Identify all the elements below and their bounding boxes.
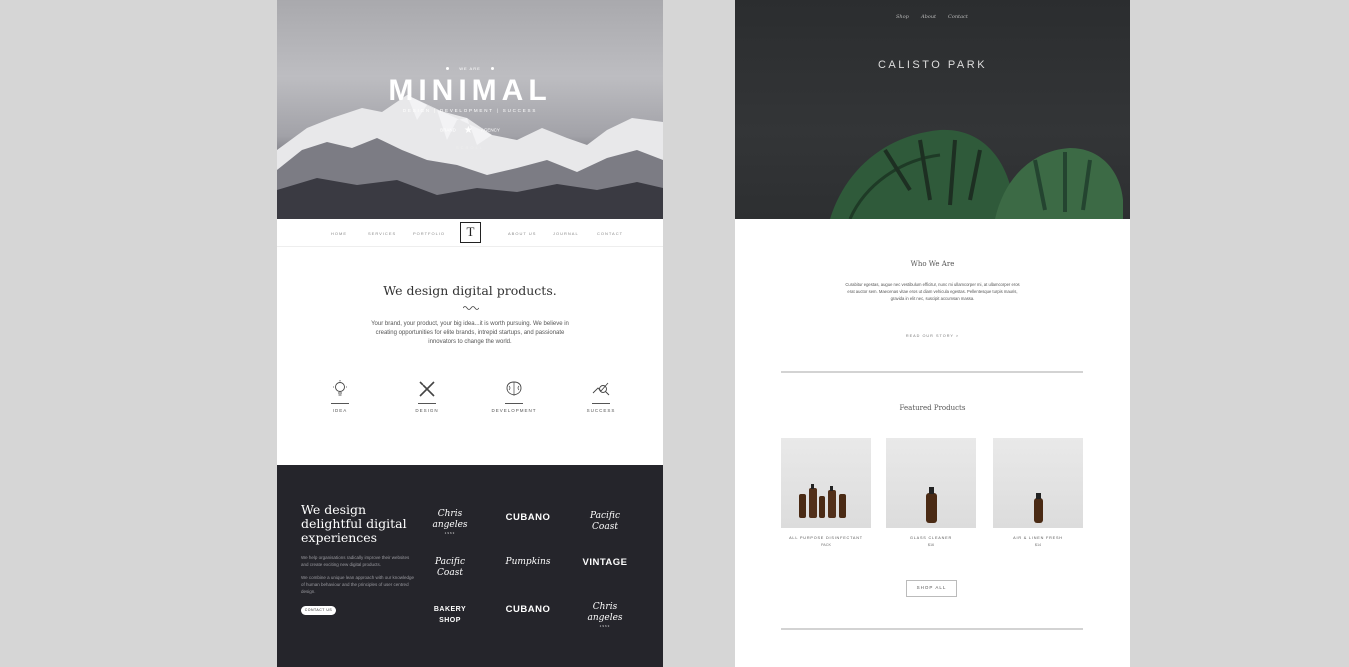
product-price: PACK bbox=[820, 543, 832, 547]
nav-about[interactable]: About bbox=[921, 14, 936, 20]
leaf-hero: Shop About Contact CALISTO PARK bbox=[735, 0, 1130, 219]
nav-services[interactable]: SERVICES bbox=[368, 231, 396, 236]
dark-heading: We design delightful digital experiences bbox=[301, 502, 407, 545]
nav-portfolio[interactable]: PORTFOLIO bbox=[413, 231, 445, 236]
product-name: AIR & LINEN FRESH bbox=[1013, 536, 1063, 540]
product-price: $14 bbox=[1034, 543, 1042, 547]
client-logo: BAKERY SHOP bbox=[433, 606, 467, 624]
client-logo: Chris angeles 1963 bbox=[587, 602, 623, 628]
dark-paragraph: We combine a unique lean approach with o… bbox=[301, 575, 414, 594]
service-label: DESIGN bbox=[415, 408, 439, 413]
hero-title: MINIMAL bbox=[388, 74, 552, 107]
product-card[interactable]: AIR & LINEN FRESH $14 bbox=[993, 438, 1083, 547]
product-image[interactable] bbox=[886, 438, 976, 528]
read-story-link[interactable]: READ OUR STORY > bbox=[735, 334, 1130, 338]
product-card[interactable]: ALL PURPOSE DISINFECTANT PACK bbox=[781, 438, 871, 547]
client-logo: Pacific Coast bbox=[435, 557, 465, 578]
star-icon: ★ bbox=[463, 125, 473, 136]
shop-all-button[interactable]: SHOP ALL bbox=[906, 580, 957, 597]
client-logo: VINTAGE bbox=[582, 557, 628, 568]
client-logo: Pacific Coast bbox=[590, 511, 620, 532]
product-name: GLASS CLEANER bbox=[909, 536, 953, 540]
who-we-are-heading: Who We Are bbox=[910, 260, 955, 268]
dark-feature-section: We design delightful digital experiences… bbox=[277, 465, 663, 667]
contact-button[interactable]: CONTACT US bbox=[301, 606, 336, 615]
product-name: ALL PURPOSE DISINFECTANT bbox=[789, 536, 863, 540]
squiggle-divider bbox=[463, 306, 479, 310]
service-design: DESIGN bbox=[397, 380, 457, 413]
who-we-are-text: Curabitur egestas, augue nec vestibulum … bbox=[845, 282, 1020, 301]
brain-icon bbox=[506, 381, 522, 396]
featured-products-heading: Featured Products bbox=[899, 404, 966, 412]
nav-shop[interactable]: Shop bbox=[896, 14, 909, 20]
scroll-indicator[interactable]: SCROLL bbox=[277, 145, 663, 150]
nav-contact[interactable]: Contact bbox=[948, 14, 968, 20]
service-development: DEVELOPMENT bbox=[484, 380, 544, 413]
calisto-park-site-preview: Shop About Contact CALISTO PARK Who We A… bbox=[735, 0, 1130, 667]
nav-journal[interactable]: JOURNAL bbox=[553, 231, 579, 236]
service-label: DEVELOPMENT bbox=[491, 408, 537, 413]
product-image[interactable] bbox=[781, 438, 871, 528]
section-heading: We design digital products. bbox=[383, 283, 557, 298]
nav-contact[interactable]: CONTACT bbox=[597, 231, 623, 236]
main-nav: HOME SERVICES PORTFOLIO T ABOUT US JOURN… bbox=[277, 219, 663, 247]
client-logo: Pumpkins bbox=[505, 557, 551, 567]
nav-home[interactable]: HOME bbox=[331, 231, 347, 236]
service-idea: IDEA bbox=[310, 380, 370, 413]
divider bbox=[781, 628, 1083, 630]
client-logo: CUBANO bbox=[505, 512, 551, 523]
client-logo: CUBANO bbox=[505, 604, 551, 615]
service-success: SUCCESS bbox=[571, 380, 631, 413]
intro-paragraph: Your brand, your product, your big idea.… bbox=[371, 321, 569, 345]
product-price: $16 bbox=[927, 543, 935, 547]
hero-tagline: DESIGN | DEVELOPMENT | SUCCESS bbox=[402, 108, 538, 113]
monstera-leaf-image bbox=[830, 129, 1123, 219]
minimal-site-preview: WE ARE MINIMAL DESIGN | DEVELOPMENT | SU… bbox=[277, 0, 663, 667]
hero-badges: BRAND ★ AGENCY bbox=[440, 125, 500, 136]
product-image[interactable] bbox=[993, 438, 1083, 528]
lightbulb-icon bbox=[333, 380, 347, 396]
product-card[interactable]: GLASS CLEANER $16 bbox=[886, 438, 976, 547]
nav-about[interactable]: ABOUT US bbox=[508, 231, 536, 236]
service-label: IDEA bbox=[332, 408, 348, 413]
service-label: SUCCESS bbox=[586, 408, 616, 413]
mountain-hero: WE ARE MINIMAL DESIGN | DEVELOPMENT | SU… bbox=[277, 0, 663, 219]
brand-title[interactable]: CALISTO PARK bbox=[735, 59, 1130, 71]
pencil-ruler-icon bbox=[419, 381, 435, 397]
site-logo[interactable]: T bbox=[460, 222, 481, 243]
chart-check-icon bbox=[592, 382, 610, 396]
client-logo: Chris angeles 1963 bbox=[432, 509, 468, 535]
divider bbox=[781, 371, 1083, 373]
dark-paragraph: We help organisations radically improve … bbox=[301, 555, 410, 567]
hero-top-line: WE ARE bbox=[277, 66, 663, 71]
